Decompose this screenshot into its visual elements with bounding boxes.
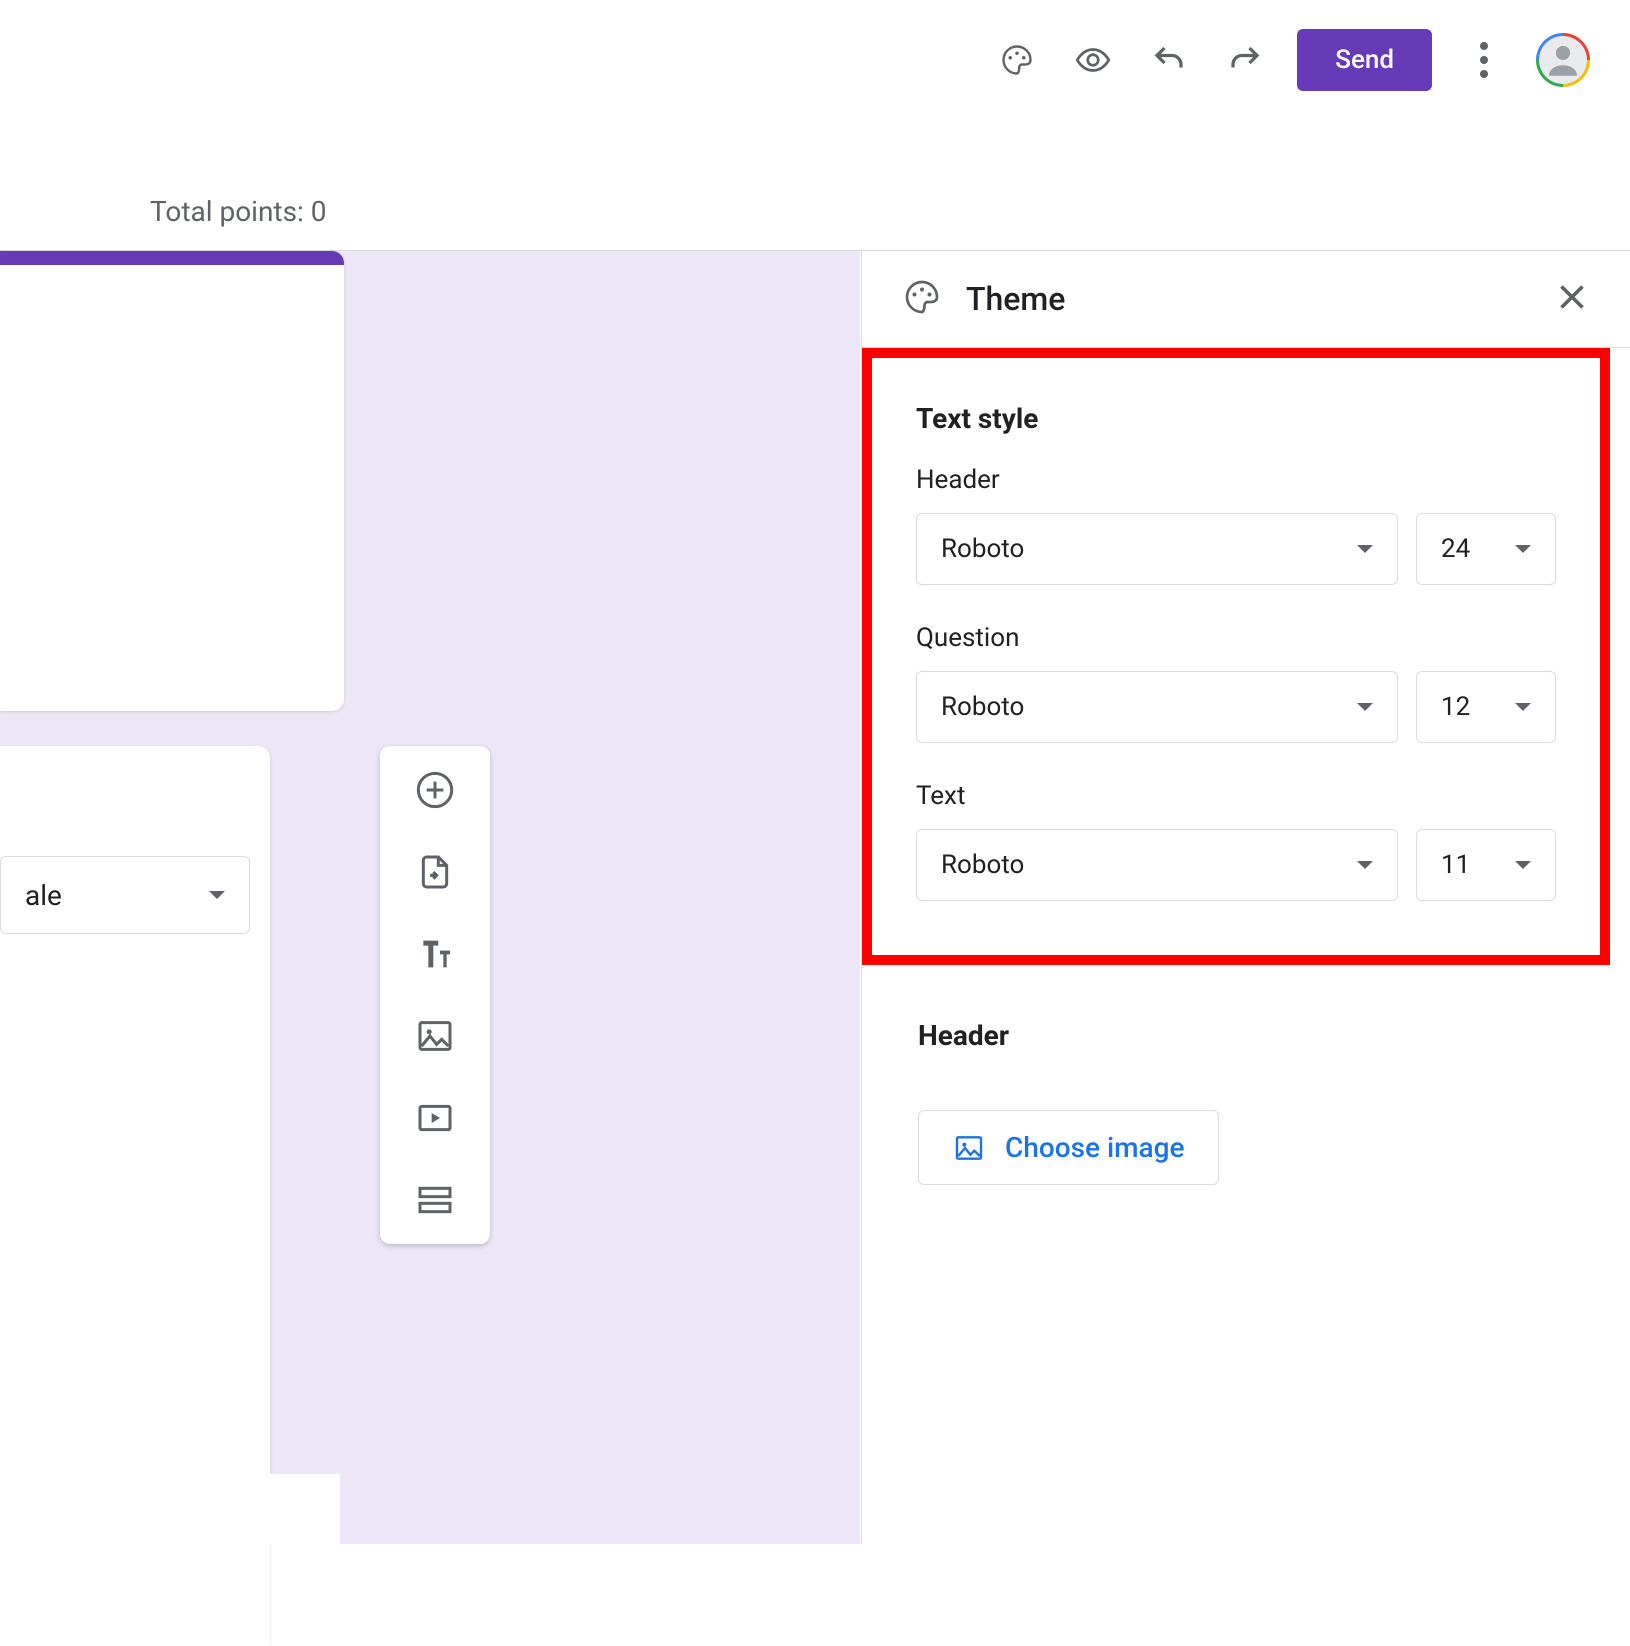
theme-panel: Theme Text style Header Roboto 24 Ques [861,251,1630,1544]
text-font-select[interactable]: Roboto [916,829,1398,901]
kebab-icon [1480,42,1488,78]
question-size-select[interactable]: 12 [1416,671,1556,743]
question-font-group: Question Roboto 12 [916,623,1556,743]
text-size-value: 11 [1441,850,1470,880]
chevron-down-icon [1357,545,1373,553]
header-font-label: Header [916,465,1556,495]
chevron-down-icon [1357,703,1373,711]
canvas-bottom-edge [0,1474,340,1544]
header-font-group: Header Roboto 24 [916,465,1556,585]
text-style-section-highlight: Text style Header Roboto 24 Question Rob… [862,348,1610,965]
question-font-label: Question [916,623,1556,653]
header-font-select[interactable]: Roboto [916,513,1398,585]
choose-image-label: Choose image [1005,1131,1184,1164]
add-title-button[interactable] [413,932,457,976]
question-font-value: Roboto [941,692,1024,722]
header-font-value: Roboto [941,534,1024,564]
add-image-button[interactable] [413,1014,457,1058]
floating-toolbar [380,746,490,1244]
choose-image-button[interactable]: Choose image [918,1110,1219,1185]
undo-icon[interactable] [1145,36,1193,84]
theme-panel-title: Theme [966,280,1530,318]
redo-icon[interactable] [1221,36,1269,84]
add-section-button[interactable] [413,1178,457,1222]
total-points-label: Total points: 0 [150,195,327,228]
import-questions-button[interactable] [413,850,457,894]
header-image-section: Header Choose image [862,965,1630,1185]
text-style-title: Text style [916,402,1556,435]
send-button[interactable]: Send [1297,29,1432,91]
question-font-select[interactable]: Roboto [916,671,1398,743]
header-size-value: 24 [1441,534,1470,564]
chevron-down-icon [1515,703,1531,711]
add-question-button[interactable] [413,768,457,812]
top-toolbar: Send [993,20,1590,100]
form-header-card[interactable] [0,251,344,711]
image-icon [953,1132,985,1164]
preview-icon[interactable] [1069,36,1117,84]
question-size-value: 12 [1441,692,1470,722]
text-font-label: Text [916,781,1556,811]
text-font-value: Roboto [941,850,1024,880]
theme-panel-header: Theme [862,251,1630,347]
customize-theme-icon[interactable] [993,36,1041,84]
palette-icon [902,277,942,321]
question-type-value: ale [25,879,62,912]
header-size-select[interactable]: 24 [1416,513,1556,585]
close-button[interactable] [1554,279,1590,319]
chevron-down-icon [1515,545,1531,553]
add-video-button[interactable] [413,1096,457,1140]
text-size-select[interactable]: 11 [1416,829,1556,901]
form-canvas: ale [0,251,860,1544]
chevron-down-icon [1357,861,1373,869]
chevron-down-icon [209,891,225,899]
chevron-down-icon [1515,861,1531,869]
question-type-select[interactable]: ale [0,856,250,934]
account-avatar[interactable] [1536,33,1590,87]
text-font-group: Text Roboto 11 [916,781,1556,901]
header-image-title: Header [918,1019,1574,1052]
more-options-button[interactable] [1460,36,1508,84]
